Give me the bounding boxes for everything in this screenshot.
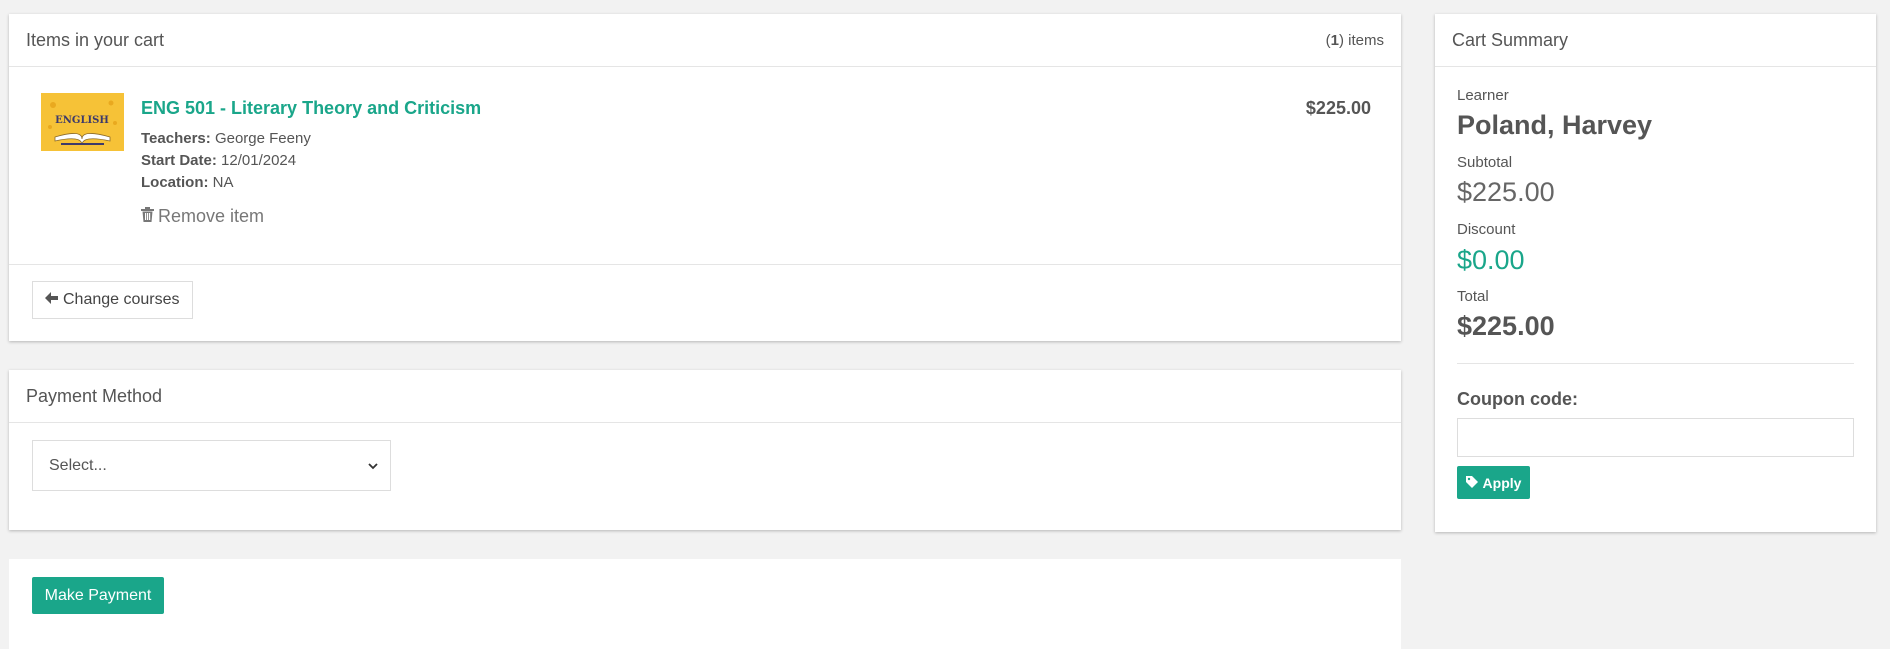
item-price: $225.00 bbox=[1305, 98, 1371, 118]
teachers-line: Teachers: George Feeny bbox=[141, 130, 311, 147]
payment-select-value: Select... bbox=[49, 456, 107, 474]
apply-label: Apply bbox=[1482, 474, 1522, 491]
total-value: $225.00 bbox=[1457, 311, 1555, 341]
summary-panel-heading: Cart Summary bbox=[1435, 14, 1876, 67]
cart-count-suffix: items bbox=[1343, 31, 1384, 49]
remove-item-link[interactable]: Remove item bbox=[141, 206, 264, 227]
location-value: NA bbox=[212, 174, 234, 191]
subtotal-label: Subtotal bbox=[1457, 154, 1513, 171]
cart-panel-heading: Items in your cart (1) items bbox=[9, 14, 1401, 67]
teachers-value: George Feeny bbox=[214, 130, 311, 147]
total-label: Total bbox=[1457, 288, 1489, 305]
payment-panel-heading: Payment Method bbox=[9, 370, 1401, 423]
learner-name: Poland, Harvey bbox=[1457, 110, 1653, 140]
cart-panel: Items in your cart (1) items ENGLISH ENG… bbox=[9, 14, 1401, 341]
trash-icon bbox=[141, 206, 154, 227]
learner-label: Learner bbox=[1457, 87, 1509, 104]
subtotal-value: $225.00 bbox=[1457, 177, 1555, 207]
teachers-label: Teachers: bbox=[141, 130, 211, 147]
discount-label: Discount bbox=[1457, 221, 1516, 238]
course-thumbnail: ENGLISH bbox=[41, 93, 124, 151]
payment-action-panel: Make Payment bbox=[9, 559, 1401, 649]
start-date-line: Start Date: 12/01/2024 bbox=[141, 152, 296, 169]
apply-coupon-button[interactable]: Apply bbox=[1457, 466, 1530, 499]
start-date-value: 12/01/2024 bbox=[221, 152, 297, 169]
coupon-code-input[interactable] bbox=[1457, 418, 1854, 457]
summary-heading: Cart Summary bbox=[1452, 29, 1569, 50]
cart-summary-panel: Cart Summary Learner Poland, Harvey Subt… bbox=[1435, 14, 1876, 532]
location-label: Location: bbox=[141, 174, 209, 191]
change-courses-label: Change courses bbox=[63, 291, 180, 308]
location-line: Location: NA bbox=[141, 174, 234, 191]
course-title-link[interactable]: ENG 501 - Literary Theory and Criticism bbox=[141, 98, 481, 119]
cart-item-count: (1) items bbox=[1325, 31, 1384, 49]
arrow-left-icon bbox=[45, 291, 58, 309]
thumbnail-text: ENGLISH bbox=[55, 115, 109, 126]
payment-method-panel: Payment Method Select... bbox=[9, 370, 1401, 530]
cart-footer: Change courses bbox=[9, 265, 1401, 341]
change-courses-button[interactable]: Change courses bbox=[32, 281, 193, 319]
coupon-code-label: Coupon code: bbox=[1457, 389, 1578, 409]
start-date-label: Start Date: bbox=[141, 152, 217, 169]
payment-method-select[interactable]: Select... bbox=[32, 440, 391, 491]
cart-heading: Items in your cart bbox=[26, 29, 165, 50]
cart-item: ENGLISH ENG 501 - Literary Theory and Cr… bbox=[9, 67, 1401, 265]
chevron-down-icon bbox=[368, 457, 378, 475]
remove-item-label: Remove item bbox=[158, 206, 265, 226]
discount-value: $0.00 bbox=[1457, 245, 1525, 275]
tag-icon bbox=[1465, 475, 1478, 491]
summary-divider bbox=[1457, 363, 1854, 364]
make-payment-button[interactable]: Make Payment bbox=[32, 577, 164, 614]
payment-heading: Payment Method bbox=[26, 385, 163, 406]
cart-count-number: 1 bbox=[1330, 31, 1339, 49]
